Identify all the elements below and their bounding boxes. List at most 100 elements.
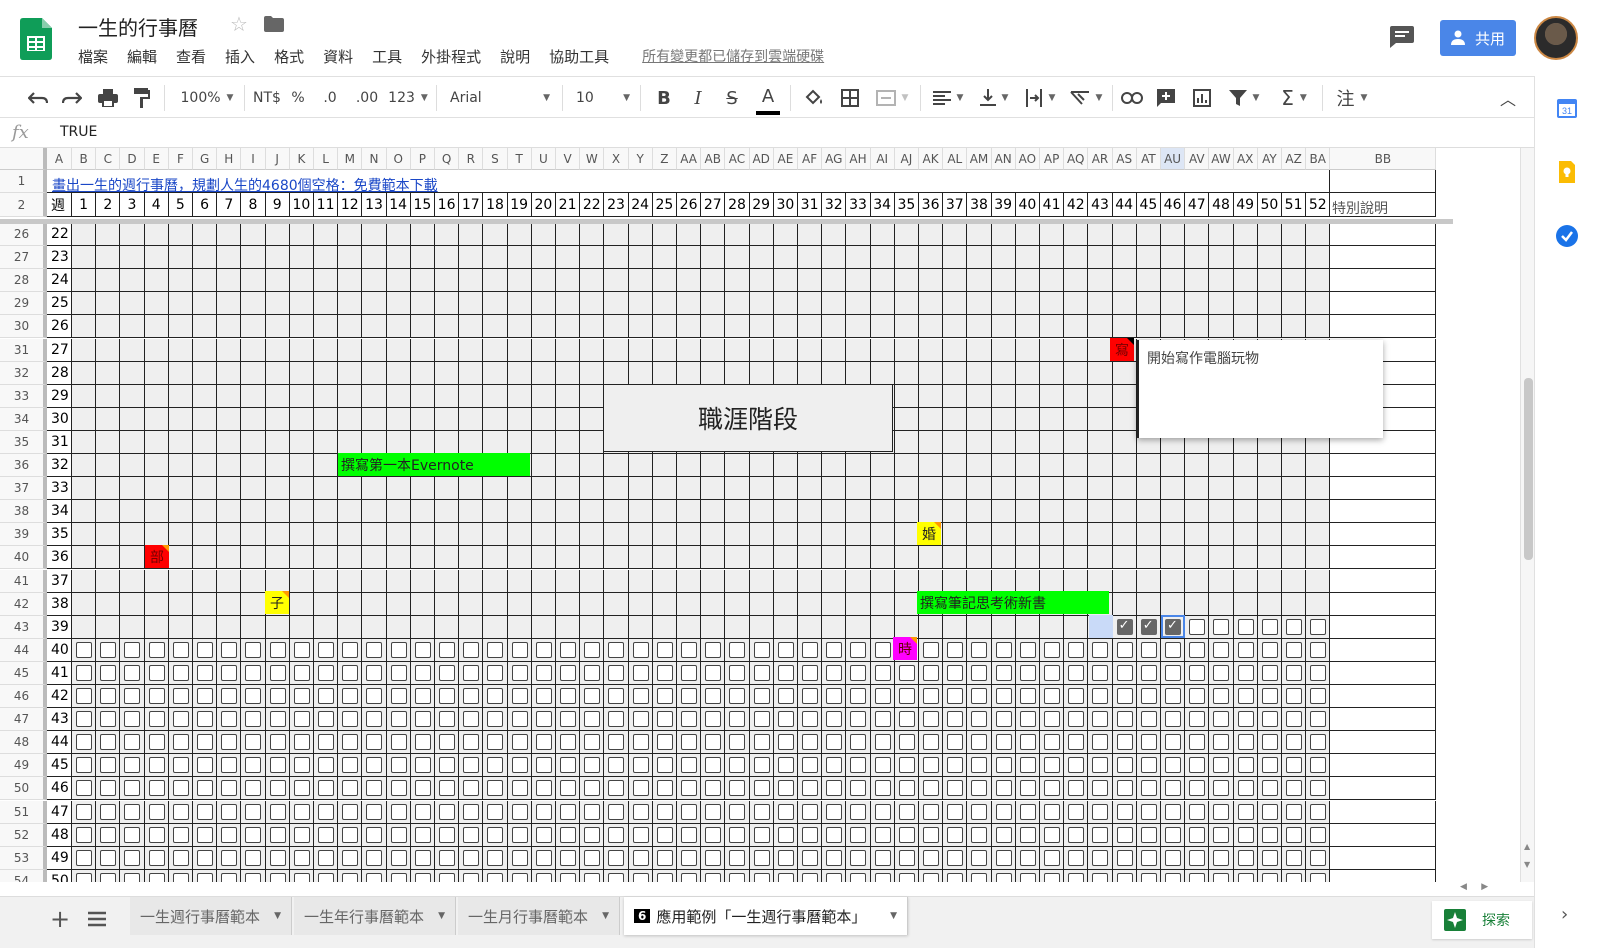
- checkbox[interactable]: [923, 803, 939, 820]
- week-cell[interactable]: [894, 338, 919, 362]
- week-cell[interactable]: [556, 708, 581, 732]
- week-cell[interactable]: [967, 754, 992, 778]
- week-cell[interactable]: [701, 638, 726, 662]
- week-cell[interactable]: [580, 338, 605, 362]
- checkbox[interactable]: [1237, 664, 1254, 681]
- week-cell[interactable]: [798, 246, 823, 270]
- checkbox[interactable]: [584, 688, 601, 704]
- checkbox[interactable]: [1286, 849, 1302, 866]
- week-cell[interactable]: [604, 361, 629, 385]
- week-cell[interactable]: [459, 500, 484, 524]
- week-cell[interactable]: [822, 708, 847, 732]
- week-cell[interactable]: [362, 869, 387, 882]
- checkbox[interactable]: [1189, 849, 1206, 866]
- week-cell[interactable]: [507, 223, 532, 247]
- week-cell[interactable]: [652, 869, 677, 882]
- week-cell[interactable]: [362, 523, 387, 547]
- week-cell[interactable]: [241, 661, 266, 685]
- week-cell[interactable]: [798, 592, 823, 616]
- week-cell[interactable]: [265, 523, 290, 547]
- week-cell[interactable]: [604, 523, 629, 547]
- week-cell[interactable]: [894, 477, 919, 501]
- week-cell[interactable]: [870, 569, 895, 593]
- checkbox[interactable]: [753, 664, 770, 681]
- week-cell[interactable]: [338, 430, 363, 454]
- week-cell[interactable]: [652, 292, 677, 316]
- checkbox[interactable]: [366, 664, 383, 681]
- week-cell[interactable]: [652, 546, 677, 570]
- checkbox[interactable]: [656, 734, 673, 751]
- week-cell[interactable]: [677, 731, 702, 755]
- week-cell[interactable]: [894, 754, 919, 778]
- checkbox[interactable]: [656, 757, 673, 774]
- week-cell[interactable]: [556, 477, 581, 501]
- checkbox[interactable]: [898, 780, 915, 797]
- week-cell[interactable]: [507, 846, 532, 870]
- week-cell[interactable]: [870, 754, 895, 778]
- week-cell[interactable]: [120, 546, 145, 570]
- week-cell[interactable]: [72, 846, 97, 870]
- checkbox[interactable]: [366, 734, 383, 751]
- week-cell[interactable]: [217, 500, 242, 524]
- week-cell[interactable]: [628, 731, 653, 755]
- week-cell[interactable]: [1015, 454, 1040, 478]
- week-cell[interactable]: [749, 754, 774, 778]
- week-cell[interactable]: [1088, 777, 1113, 801]
- week-cell[interactable]: [773, 523, 798, 547]
- week-cell[interactable]: [96, 407, 121, 431]
- week-cell[interactable]: [822, 615, 847, 639]
- checkbox[interactable]: [487, 849, 504, 866]
- age-cell[interactable]: 36: [47, 546, 72, 570]
- week-number-cell[interactable]: 31: [798, 193, 823, 217]
- week-cell[interactable]: [1112, 523, 1137, 547]
- week-cell[interactable]: [725, 661, 750, 685]
- week-cell[interactable]: [943, 246, 968, 270]
- week-cell[interactable]: [1185, 246, 1210, 270]
- checkbox[interactable]: [656, 872, 673, 882]
- week-cell[interactable]: [701, 315, 726, 339]
- week-cell[interactable]: [701, 754, 726, 778]
- checkbox[interactable]: [221, 711, 238, 728]
- checkbox[interactable]: [390, 711, 407, 728]
- checkbox[interactable]: [511, 688, 528, 704]
- week-cell[interactable]: [1306, 869, 1331, 882]
- week-cell[interactable]: [725, 246, 750, 270]
- week-cell[interactable]: [120, 615, 145, 639]
- week-cell[interactable]: [1088, 731, 1113, 755]
- week-cell[interactable]: [798, 846, 823, 870]
- week-cell[interactable]: [677, 685, 702, 709]
- week-cell[interactable]: [96, 869, 121, 882]
- week-number-cell[interactable]: 44: [1112, 193, 1137, 217]
- week-cell[interactable]: [168, 546, 193, 570]
- checkbox[interactable]: [487, 826, 504, 843]
- week-cell[interactable]: [483, 869, 508, 882]
- checkbox[interactable]: [1261, 734, 1278, 751]
- week-cell[interactable]: [1064, 846, 1089, 870]
- checkbox[interactable]: [1189, 734, 1206, 751]
- week-cell[interactable]: [725, 523, 750, 547]
- row-header-26[interactable]: 26: [0, 223, 47, 247]
- week-cell[interactable]: [410, 477, 435, 501]
- checkbox[interactable]: [293, 711, 310, 728]
- checkbox[interactable]: [463, 734, 480, 751]
- week-cell[interactable]: [1233, 500, 1258, 524]
- column-header-aw[interactable]: AW: [1209, 148, 1234, 170]
- week-cell[interactable]: [580, 685, 605, 709]
- checkbox[interactable]: [947, 872, 964, 882]
- checkbox[interactable]: [390, 664, 407, 681]
- currency-button[interactable]: NT$: [250, 77, 284, 119]
- week-cell[interactable]: [991, 615, 1016, 639]
- checkbox[interactable]: [269, 826, 286, 843]
- week-cell[interactable]: [241, 569, 266, 593]
- week-cell[interactable]: [531, 546, 556, 570]
- week-cell[interactable]: [677, 754, 702, 778]
- week-cell[interactable]: [773, 223, 798, 247]
- expand-side-panel-icon[interactable]: ›: [1561, 904, 1568, 925]
- week-cell[interactable]: [289, 708, 314, 732]
- week-cell[interactable]: [362, 361, 387, 385]
- week-cell[interactable]: [677, 777, 702, 801]
- week-cell[interactable]: [338, 846, 363, 870]
- week-cell[interactable]: [459, 546, 484, 570]
- checkbox[interactable]: [197, 688, 213, 704]
- checkbox[interactable]: [560, 688, 576, 704]
